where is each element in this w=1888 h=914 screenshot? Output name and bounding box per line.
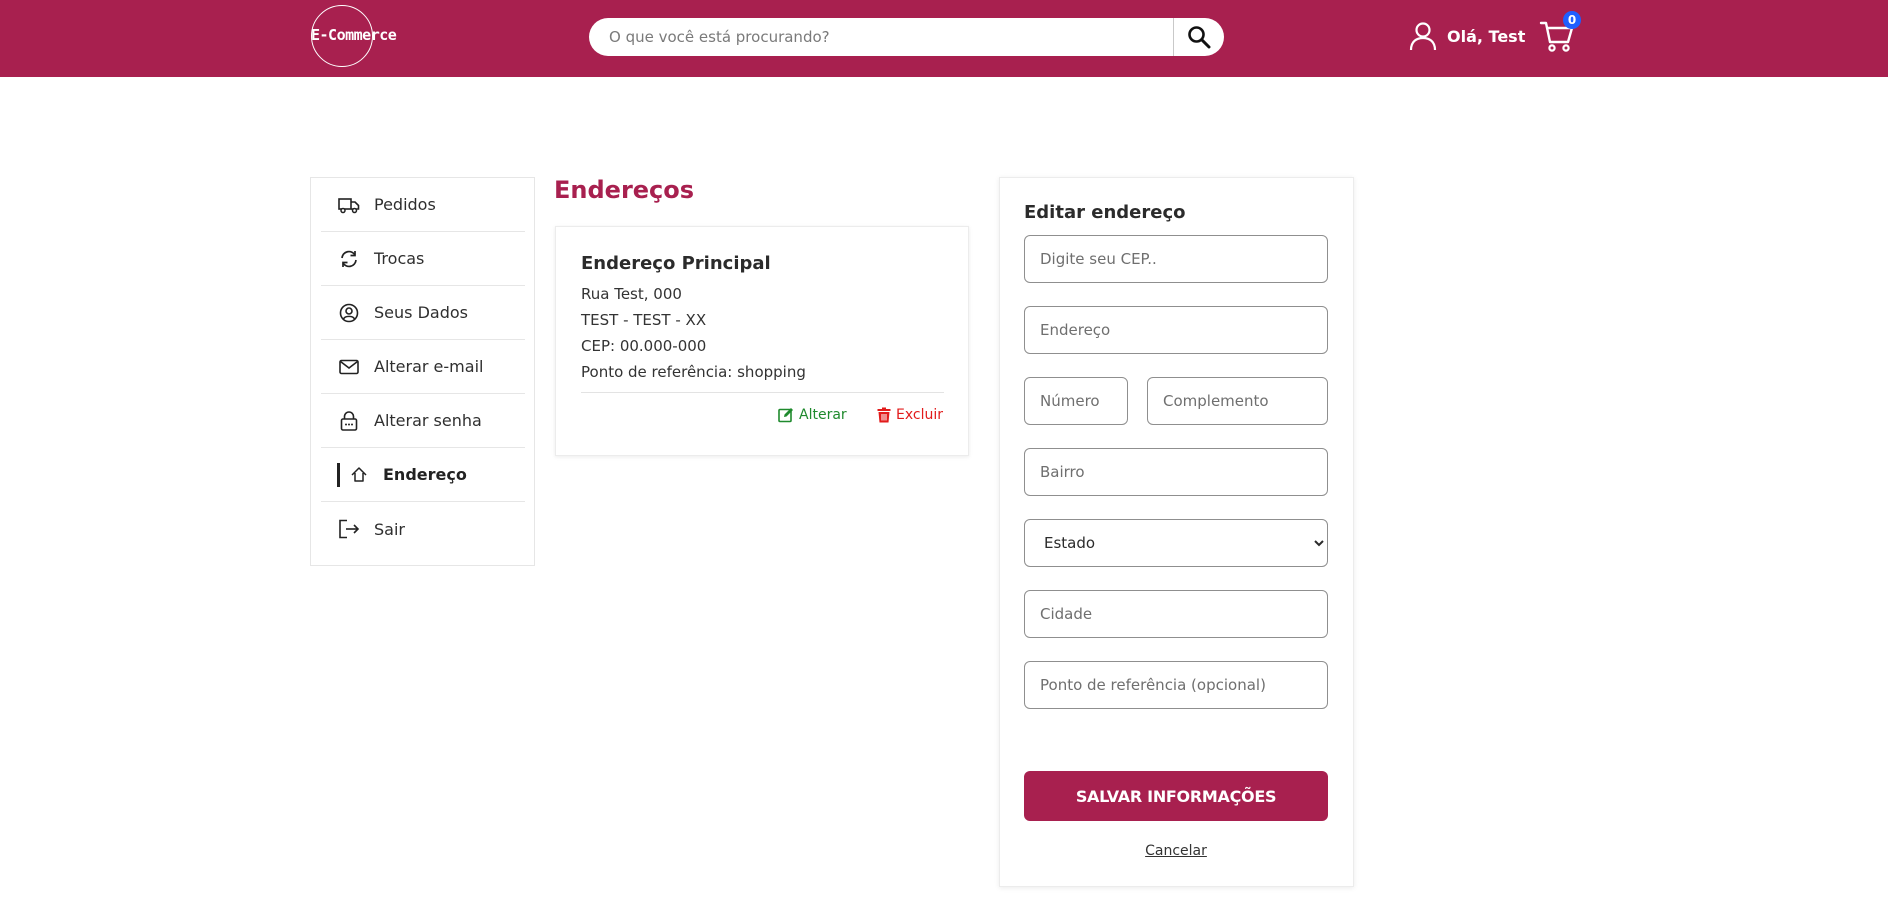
top-header: E-Commerce Olá, Test 0 [0,0,1888,77]
user-icon [1409,22,1437,51]
cancel-link[interactable]: Cancelar [1024,843,1328,859]
delete-address-button[interactable]: Excluir [877,407,943,423]
edit-label: Alterar [799,407,847,423]
logo-text[interactable]: E-Commerce [311,26,421,44]
active-indicator [337,462,340,487]
delete-label: Excluir [896,407,943,423]
sidebar-item-label: Trocas [374,249,425,268]
address-reference: Ponto de referência: shopping [581,363,806,381]
city-field[interactable] [1024,590,1328,638]
user-circle-icon [337,301,361,325]
search-icon [1188,26,1211,49]
sidebar-item-label: Alterar senha [374,411,482,430]
sidebar-item-label: Seus Dados [374,303,468,322]
exchange-icon [337,247,361,271]
sidebar-item-alterar-email[interactable]: Alterar e-mail [321,340,525,394]
reference-field[interactable] [1024,661,1328,709]
sidebar-item-trocas[interactable]: Trocas [321,232,525,286]
form-title: Editar endereço [1024,202,1186,223]
truck-icon [337,193,361,217]
number-field[interactable] [1024,377,1128,425]
complement-field[interactable] [1147,377,1328,425]
address-title: Endereço Principal [581,253,771,274]
address-street: Rua Test, 000 [581,285,682,303]
account-sidebar: Pedidos Trocas Seus Dados Alterar e-mail… [310,177,535,566]
neighborhood-field[interactable] [1024,448,1328,496]
envelope-icon [337,355,361,379]
search-bar [589,18,1224,56]
user-greeting[interactable]: Olá, Test [1447,27,1525,46]
edit-address-form: Editar endereço Estado SALVAR INFORMAÇÕE… [999,177,1354,887]
edit-icon [778,408,793,423]
save-button[interactable]: SALVAR INFORMAÇÕES [1024,771,1328,821]
user-menu[interactable]: Olá, Test [1409,21,1525,51]
address-card: Endereço Principal Rua Test, 000 TEST - … [555,226,969,456]
address-city-state: TEST - TEST - XX [581,311,707,329]
sidebar-item-endereco[interactable]: Endereço [321,448,525,502]
sidebar-item-pedidos[interactable]: Pedidos [321,178,525,232]
sidebar-item-sair[interactable]: Sair [321,502,525,556]
cep-field[interactable] [1024,235,1328,283]
search-button[interactable] [1174,18,1224,56]
trash-icon [877,407,891,423]
cart-count-badge: 0 [1563,11,1581,29]
edit-address-button[interactable]: Alterar [778,407,847,423]
lock-icon [337,409,361,433]
address-cep: CEP: 00.000-000 [581,337,707,355]
sidebar-item-alterar-senha[interactable]: Alterar senha [321,394,525,448]
home-icon [347,463,371,487]
page-title: Endereços [554,176,695,204]
logout-icon [337,517,361,541]
state-select[interactable]: Estado [1024,519,1328,567]
divider [581,392,944,393]
sidebar-item-label: Pedidos [374,195,436,214]
sidebar-item-label: Sair [374,519,405,539]
sidebar-item-label: Endereço [383,465,467,484]
search-input[interactable] [589,18,1173,56]
address-field[interactable] [1024,306,1328,354]
sidebar-item-label: Alterar e-mail [374,357,484,376]
sidebar-item-seus-dados[interactable]: Seus Dados [321,286,525,340]
